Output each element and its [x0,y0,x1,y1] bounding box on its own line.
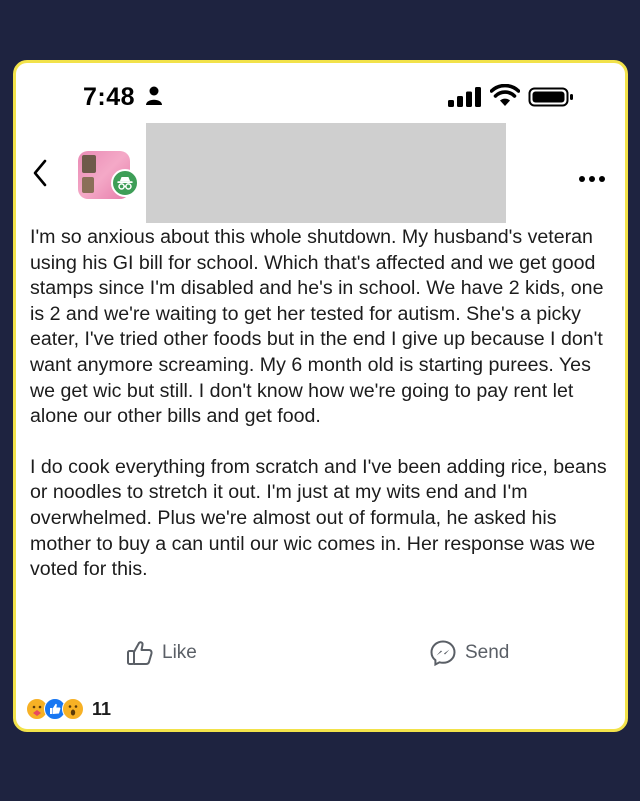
battery-icon [528,87,573,107]
like-label: Like [162,642,197,663]
more-options-icon[interactable] [578,175,606,183]
post-header [16,123,625,223]
person-icon [146,86,162,105]
screenshot-frame: 7:48 I'm so anxious about this whole shu… [13,60,628,732]
send-button[interactable]: Send [429,633,509,673]
post-text: I'm so anxious about this whole shutdown… [30,225,620,583]
reaction-count: 11 [92,698,112,719]
like-button[interactable]: Like [126,633,197,673]
back-chevron-icon[interactable] [32,159,48,187]
send-label: Send [465,642,510,663]
redacted-author-name [146,123,506,223]
wow-reaction-icon [62,698,84,720]
messenger-icon [430,640,456,667]
post-actions-bar: Like Send [16,633,625,673]
avatar-photo [82,177,94,193]
avatar-photo [82,155,96,173]
post-paragraph: I'm so anxious about this whole shutdown… [30,226,604,428]
reactions-summary[interactable]: 11 [26,695,111,723]
thumbs-up-icon [127,641,153,665]
post-paragraph: I do cook everything from scratch and I'… [30,455,607,581]
status-time: 7:48 [83,83,136,111]
wifi-icon [490,84,520,106]
anonymous-incognito-icon [111,169,139,197]
status-bar: 7:48 [16,63,625,123]
cellular-signal-icon [448,87,481,107]
